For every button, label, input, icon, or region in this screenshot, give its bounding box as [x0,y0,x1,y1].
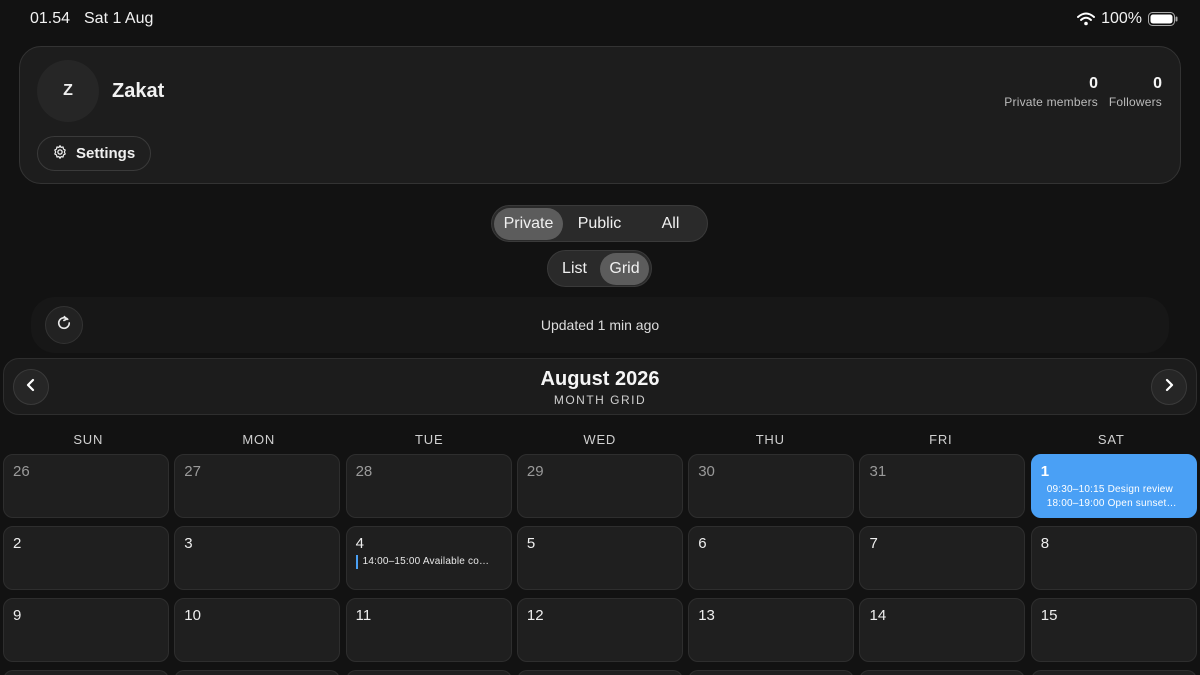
battery-percent: 100% [1101,10,1142,27]
day-number: 9 [13,607,22,624]
day-number: 31 [869,463,887,480]
wifi-icon [1077,12,1096,26]
segment-list[interactable]: List [550,253,599,285]
day-number: 8 [1040,535,1050,552]
day-number: 26 [13,463,30,480]
day-number: 7 [869,535,878,552]
day-cell[interactable]: 5 [516,526,683,590]
day-cell[interactable]: 2 [3,526,169,590]
day-number: 1 [1040,463,1050,480]
day-cell-partial[interactable] [859,670,1026,675]
day-cell[interactable]: 27 [174,454,341,518]
day-cell[interactable]: 15 [1030,598,1197,662]
weekday-label: TUE [415,432,444,447]
month-subtitle: MONTH GRID [553,393,647,407]
gear-icon [52,144,68,164]
day-number: 11 [355,607,372,624]
day-cell-partial[interactable] [345,670,512,675]
day-number: 28 [355,463,373,480]
day-cell[interactable]: 6 [688,526,855,590]
day-number: 4 [355,535,364,552]
partial-week-row [3,670,1197,675]
day-cell[interactable]: 13 [688,598,855,662]
event-item[interactable]: 09:30–10:15 Design review [1041,483,1188,497]
day-cell[interactable]: 26 [3,454,169,518]
month-grid: 26 27 28 29 30 31 1 09:30–10:15 Design review 18… [3,454,1197,662]
day-number: 29 [526,463,544,480]
day-number: 6 [698,535,707,552]
day-cell[interactable]: 7 [859,526,1026,590]
status-indicators: 100% [1077,10,1178,28]
next-month-button[interactable] [1151,369,1187,405]
visibility-segmented-control: Private Public All [491,205,708,242]
segment-grid[interactable]: Grid [600,252,649,285]
weekday-label: SAT [1097,432,1125,447]
followers-stat: 0 Followers [1109,75,1162,109]
day-number: 5 [526,535,536,552]
day-number: 13 [698,607,715,624]
day-cell[interactable]: 30 [688,454,855,518]
followers-label: Followers [1108,95,1162,109]
day-number: 2 [13,535,22,552]
day-cell-partial[interactable] [1030,670,1197,675]
private-members-stat: 0 Private members [1004,75,1098,109]
weekday-label: SUN [73,432,104,447]
day-cell[interactable]: 4 14:00–15:00 Available co… [345,526,512,590]
day-cell[interactable]: 11 [345,598,512,662]
update-bar: Updated 1 min ago [31,297,1169,353]
settings-label: Settings [76,145,136,162]
followers-count: 0 [1153,75,1162,92]
month-title: August 2026 [540,368,660,390]
day-number: 30 [698,463,715,480]
event-list: 14:00–15:00 Available co… [355,555,503,569]
chevron-right-icon [1162,378,1176,397]
event-item[interactable]: 18:00–19:00 Open sunset… [1041,497,1188,511]
day-cell[interactable]: 8 [1030,526,1197,590]
day-cell[interactable]: 14 [859,598,1026,662]
calendar-screen: 01.54 Sat 1 Aug 100% Z Zakat Settings 0 … [0,0,1200,675]
day-cell-partial[interactable] [3,670,169,675]
status-date: Sat 1 Aug [84,10,154,27]
avatar[interactable]: Z [37,60,99,122]
status-time: 01.54 [30,10,71,27]
weekday-label: MON [242,432,276,447]
weekday-label: THU [755,432,785,447]
weekday-label: FRI [929,432,953,447]
day-number: 27 [184,463,201,480]
segment-public[interactable]: Public [565,208,634,240]
settings-button[interactable]: Settings [37,136,152,171]
status-bar: 01.54 Sat 1 Aug 100% [0,0,1200,38]
day-cell[interactable]: 29 [516,454,683,518]
day-cell[interactable]: 31 [859,454,1026,518]
day-number: 10 [184,607,201,624]
private-members-count: 0 [1089,75,1098,92]
battery-icon [1148,12,1178,26]
update-status-text: Updated 1 min ago [540,317,660,333]
day-cell-partial[interactable] [516,670,683,675]
segment-all[interactable]: All [636,208,705,240]
event-list: 09:30–10:15 Design review 18:00–19:00 Ope… [1041,483,1188,511]
day-number: 15 [1040,607,1058,624]
weekday-header: SUN MON TUE WED THU FRI SAT [3,432,1197,448]
segment-private[interactable]: Private [494,207,563,240]
private-members-label: Private members [1004,95,1098,109]
day-number: 12 [526,607,544,624]
view-segmented-control: List Grid [547,250,652,287]
day-cell-partial[interactable] [688,670,855,675]
profile-name: Zakat [112,80,165,102]
day-cell[interactable]: 28 [345,454,512,518]
day-cell[interactable]: 12 [516,598,683,662]
day-number: 14 [869,607,887,624]
day-cell-partial[interactable] [174,670,341,675]
day-cell[interactable]: 3 [174,526,341,590]
day-cell-today[interactable]: 1 09:30–10:15 Design review 18:00–19:00 Op… [1030,454,1197,518]
day-cell[interactable]: 9 [3,598,169,662]
weekday-label: WED [583,432,617,447]
day-number: 3 [184,535,193,552]
month-header: August 2026 MONTH GRID [3,358,1197,415]
day-cell[interactable]: 10 [174,598,341,662]
event-item[interactable]: 14:00–15:00 Available co… [355,555,503,569]
profile-card: Z Zakat Settings 0 Private members 0 Fol… [19,46,1181,184]
